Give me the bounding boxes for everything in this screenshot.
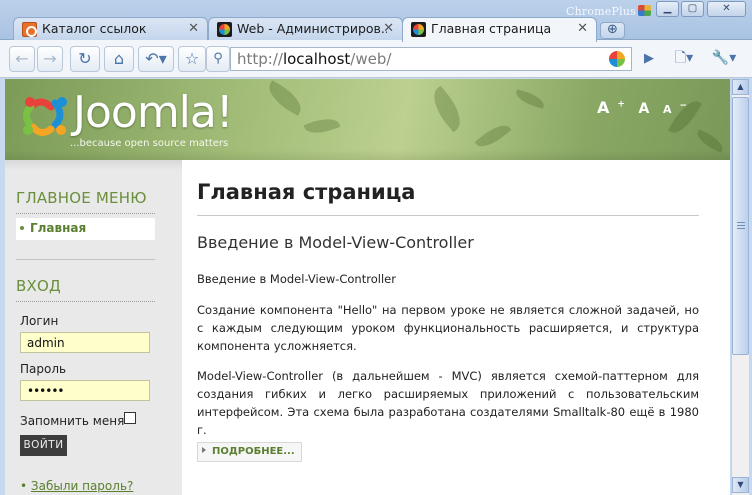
bullet-icon: • [20, 479, 31, 493]
bullet-icon [20, 226, 24, 230]
logo-trademark: ™ [221, 95, 229, 104]
title-divider [197, 215, 699, 216]
decor-leaf [425, 85, 469, 133]
password-label: Пароль [20, 362, 67, 376]
login-button[interactable]: ВОЙТИ [20, 435, 67, 456]
decor-leaf [263, 80, 307, 116]
url-path: /web/ [350, 50, 392, 68]
page-menu-button[interactable]: 🗋▾ [668, 46, 700, 72]
username-label: Логин [20, 314, 59, 328]
reload-button[interactable]: ↻ [70, 46, 100, 72]
joomla-logo-icon [22, 97, 67, 136]
site-info-icon[interactable] [605, 48, 629, 70]
new-tab-button[interactable]: ⊕ [600, 22, 625, 39]
decor-leaf [474, 119, 512, 153]
scroll-down-button[interactable]: ▼ [732, 477, 749, 493]
tab-close-icon[interactable]: ✕ [577, 21, 588, 36]
tab-label: Главная страница [431, 21, 552, 36]
username-input[interactable]: admin [20, 332, 150, 353]
url-scheme: http:// [237, 50, 283, 68]
decor-leaf [303, 113, 341, 139]
scroll-thumb[interactable] [732, 97, 749, 355]
site-header: Joomla! ™ ...because open source matters… [5, 79, 730, 160]
decor-leaf [513, 89, 547, 109]
browser-logo-icon [637, 5, 651, 16]
tab-label: Web - Администриров... [237, 21, 387, 36]
scroll-grip-icon [737, 222, 745, 230]
bookmark-star-button[interactable]: ☆ [178, 46, 206, 72]
address-bar[interactable]: http://localhost/web/ [230, 47, 632, 71]
go-button[interactable]: ▶ [636, 46, 662, 72]
maximize-button[interactable]: ▢ [681, 1, 704, 17]
close-window-button[interactable]: ✕ [707, 1, 746, 17]
article-paragraph: Создание компонента "Hello" на первом ур… [197, 303, 699, 353]
browser-titlebar: ChromePlus ▁ ▢ ✕ Каталог ссылок ✕ Web - … [0, 0, 752, 42]
forgot-password-link[interactable]: • Забыли пароль? [20, 479, 133, 493]
main-menu-divider [16, 213, 155, 214]
forward-button[interactable]: → [37, 46, 63, 72]
sidebar-item-home[interactable]: Главная [16, 218, 155, 240]
sidebar-item-label: Главная [30, 221, 87, 235]
sidebar-separator [16, 259, 155, 260]
login-title: ВХОД [16, 277, 61, 295]
read-more-button[interactable]: ПОДРОБНЕЕ... [197, 442, 302, 462]
main-menu-title: ГЛАВНОЕ МЕНЮ [16, 189, 147, 207]
back-button[interactable]: ← [9, 46, 35, 72]
article-paragraph: Model-View-Controller (в дальнейшем - MV… [197, 369, 699, 437]
joomla-favicon-icon [217, 22, 232, 37]
site-tagline: ...because open source matters [70, 138, 229, 149]
password-input[interactable]: •••••• [20, 380, 150, 401]
joomla-favicon-icon [411, 22, 426, 37]
tab-close-icon[interactable]: ✕ [188, 21, 199, 36]
url-host: localhost [282, 50, 351, 68]
bookmark-favicon-icon [22, 22, 37, 37]
tab-home-page[interactable]: Главная страница ✕ [402, 17, 597, 42]
page-viewport: Joomla! ™ ...because open source matters… [5, 79, 730, 495]
minimize-button[interactable]: ▁ [656, 1, 679, 17]
scroll-up-button[interactable]: ▲ [732, 79, 749, 95]
login-divider [16, 301, 155, 302]
remember-me-checkbox[interactable] [124, 412, 136, 424]
search-icon[interactable]: ⚲ [206, 46, 230, 72]
font-smaller-button[interactable]: A − [663, 101, 687, 116]
sidebar-shadow [5, 160, 182, 170]
undo-close-button[interactable]: ↶▾ [138, 46, 174, 72]
page-title: Главная страница [197, 180, 416, 204]
tab-close-icon[interactable]: ✕ [383, 21, 394, 36]
site-logo[interactable]: Joomla! [73, 87, 234, 138]
remember-me-label: Запомнить меня [20, 414, 125, 428]
header-shadow [5, 150, 730, 160]
font-reset-button[interactable]: A [639, 101, 650, 117]
font-sizer: A + A A − [597, 98, 695, 117]
article-intro: Введение в Model-View-Controller [197, 272, 396, 286]
tab-bookmarks-catalog[interactable]: Каталог ссылок ✕ [13, 17, 208, 41]
tab-web-admin[interactable]: Web - Администриров... ✕ [208, 17, 403, 41]
browser-toolbar: ← → ↻ ⌂ ↶▾ ☆ ⚲ http://localhost/web/ ▶ 🗋… [0, 40, 752, 78]
vertical-scrollbar[interactable]: ▲ ▼ [731, 79, 749, 495]
wrench-menu-button[interactable]: 🔧▾ [706, 46, 742, 72]
home-button[interactable]: ⌂ [104, 46, 134, 72]
article-title[interactable]: Введение в Model-View-Controller [197, 233, 474, 252]
arrow-right-icon [202, 447, 206, 453]
font-larger-button[interactable]: A + [597, 98, 625, 117]
tab-label: Каталог ссылок [42, 21, 147, 36]
